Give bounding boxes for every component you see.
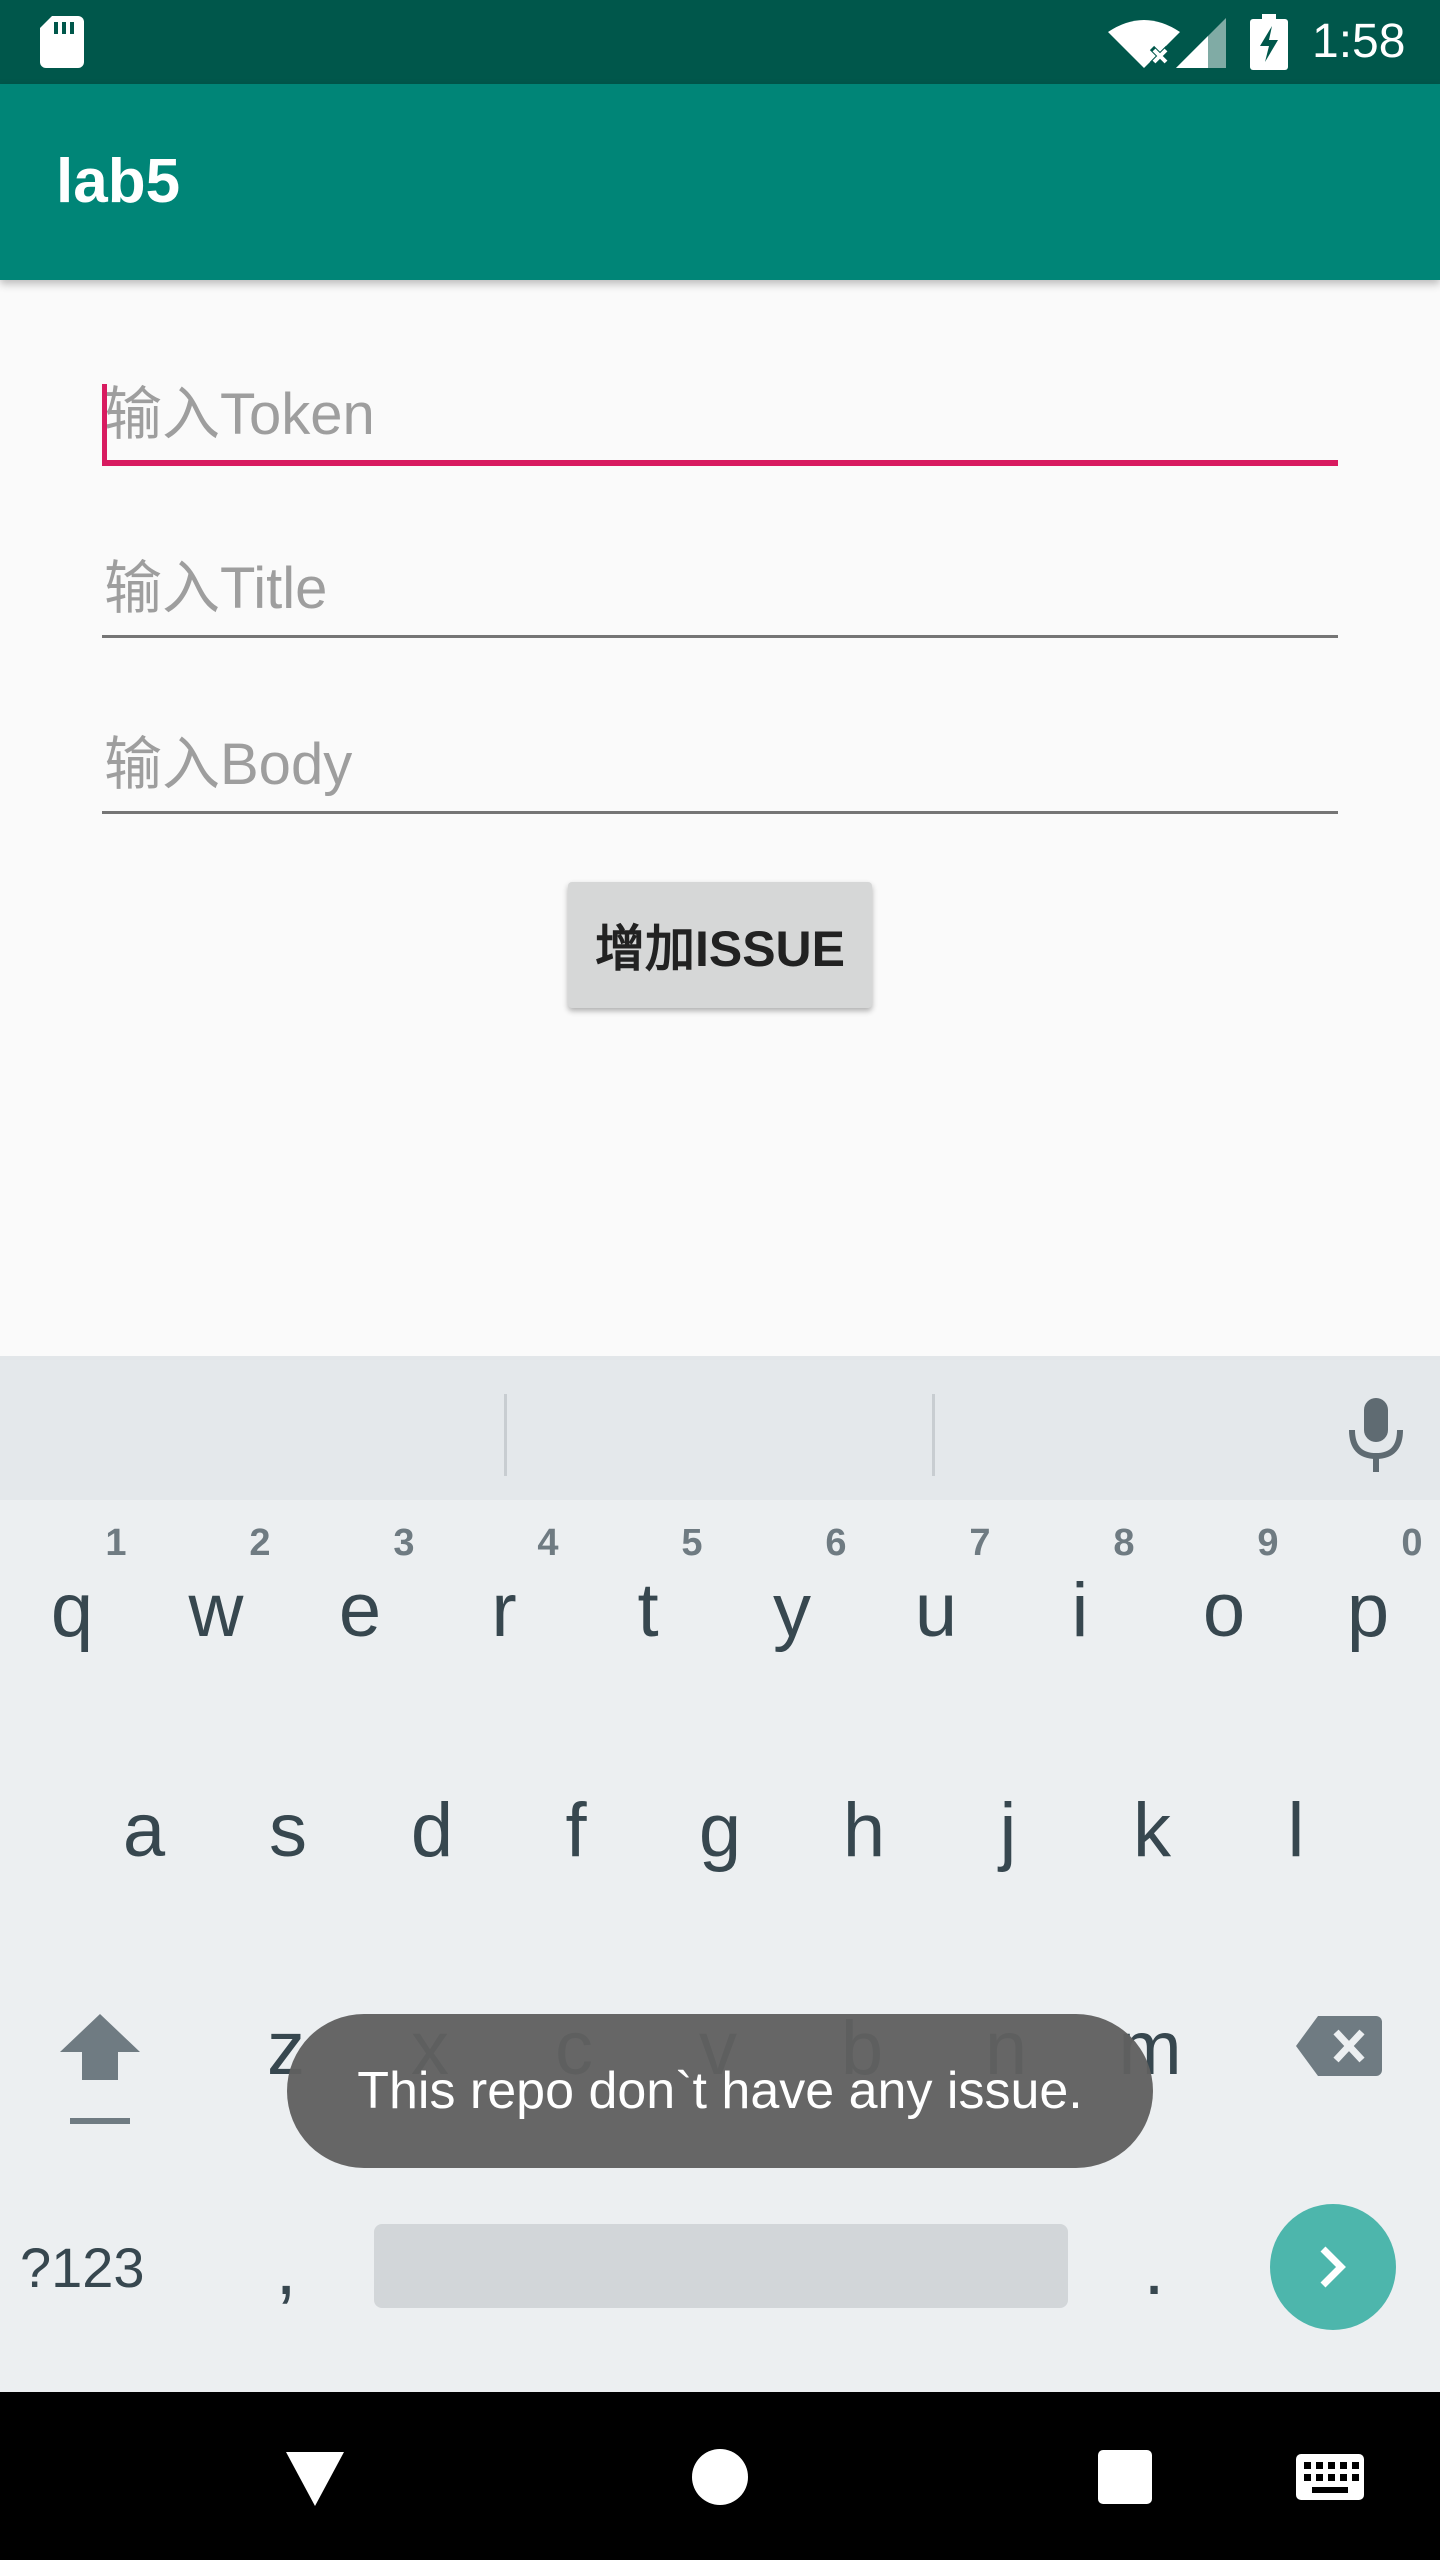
key-hint-1: 1 [105, 1522, 127, 1564]
title-underline [102, 635, 1338, 638]
key-hint-2: 2 [249, 1522, 271, 1564]
backspace-icon[interactable] [1296, 2016, 1382, 2076]
key-hint-8: 8 [1113, 1522, 1135, 1564]
symbols-key[interactable]: ?123 [20, 2198, 145, 2338]
key-hint-6: 6 [825, 1522, 847, 1564]
status-bar: 1:58 [0, 0, 1440, 84]
key-hint-7: 7 [969, 1522, 991, 1564]
period-key[interactable]: . [1082, 2198, 1226, 2338]
wifi-off-icon [1108, 20, 1180, 68]
comma-key[interactable]: , [214, 2198, 358, 2338]
keyboard-switch-icon[interactable] [1290, 2432, 1370, 2522]
suggestion-divider [504, 1394, 507, 1476]
key-hint-9: 9 [1257, 1522, 1279, 1564]
key-a[interactable]: a [72, 1760, 216, 1900]
key-h[interactable]: h [792, 1760, 936, 1900]
key-g[interactable]: g [648, 1760, 792, 1900]
cell-signal-icon [1176, 18, 1226, 68]
key-hint-4: 4 [537, 1522, 559, 1564]
title-field[interactable] [102, 538, 1338, 638]
body-field[interactable] [102, 714, 1338, 814]
space-bar[interactable] [374, 2224, 1068, 2308]
key-hint-5: 5 [681, 1522, 703, 1564]
suggestion-divider [932, 1394, 935, 1476]
enter-key[interactable] [1270, 2204, 1396, 2330]
token-input[interactable] [102, 364, 1338, 464]
battery-charging-icon [1250, 14, 1288, 70]
recents-icon[interactable] [1080, 2432, 1170, 2522]
back-icon[interactable] [270, 2432, 360, 2522]
text-cursor [102, 384, 107, 460]
toast-message: This repo don`t have any issue. [287, 2014, 1153, 2168]
navigation-bar [0, 2392, 1440, 2560]
token-field[interactable] [102, 364, 1338, 466]
add-issue-button[interactable]: 增加ISSUE [568, 882, 872, 1008]
status-time: 1:58 [1312, 15, 1406, 68]
mic-icon[interactable] [1346, 1398, 1406, 1472]
key-hint-3: 3 [393, 1522, 415, 1564]
shift-icon[interactable] [56, 2010, 144, 2128]
token-underline [102, 460, 1338, 466]
key-l[interactable]: l [1224, 1760, 1368, 1900]
sd-card-icon [40, 16, 84, 68]
home-icon[interactable] [675, 2432, 765, 2522]
key-f[interactable]: f [504, 1760, 648, 1900]
app-bar: lab5 [0, 84, 1440, 280]
suggestion-strip [0, 1360, 1440, 1500]
enter-arrow-icon [1320, 2246, 1346, 2288]
key-s[interactable]: s [216, 1760, 360, 1900]
key-k[interactable]: k [1080, 1760, 1224, 1900]
app-title: lab5 [56, 147, 181, 216]
key-j[interactable]: j [936, 1760, 1080, 1900]
key-hint-0: 0 [1401, 1522, 1423, 1564]
key-d[interactable]: d [360, 1760, 504, 1900]
title-input[interactable] [102, 538, 1338, 638]
body-input[interactable] [102, 714, 1338, 814]
body-underline [102, 811, 1338, 814]
